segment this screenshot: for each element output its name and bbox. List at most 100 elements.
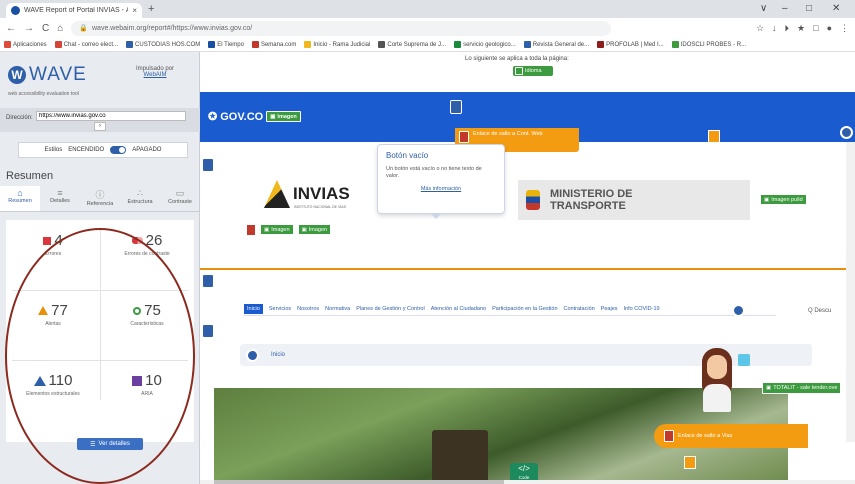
- profile-icon[interactable]: ●: [827, 23, 832, 33]
- scroll-thumb[interactable]: [214, 480, 504, 484]
- tab-close-icon[interactable]: ×: [132, 6, 137, 15]
- menu-icon[interactable]: ⋮: [840, 23, 849, 34]
- wave-logo[interactable]: W WAVE: [8, 64, 87, 86]
- bookmark-favicon-icon: [304, 41, 312, 48]
- menu-item[interactable]: Inicio: [244, 303, 263, 314]
- menu-item[interactable]: Nosotros: [297, 306, 319, 312]
- aria-marker-icon[interactable]: [246, 348, 259, 362]
- menu-item[interactable]: Servicios: [269, 306, 291, 312]
- wave-address-input[interactable]: [36, 111, 186, 121]
- bookmark-favicon-icon: [378, 41, 386, 48]
- error-marker-icon[interactable]: [246, 224, 256, 236]
- breadcrumb-home[interactable]: Inicio: [271, 352, 285, 358]
- stat-triangle[interactable]: 77 Alertas: [8, 302, 98, 327]
- language-icon: [515, 67, 523, 75]
- alert-marker-icon[interactable]: [708, 130, 720, 143]
- bookmark-item[interactable]: Revista General de...: [523, 41, 589, 48]
- stat-structure[interactable]: 110 Elementos estructurales: [8, 372, 98, 397]
- wave-tab-estructura[interactable]: ∴ Estructura: [120, 186, 160, 211]
- structure-marker-icon[interactable]: [450, 100, 462, 114]
- download-icon[interactable]: ↓: [772, 23, 777, 33]
- stat-circle[interactable]: 75 Características: [102, 302, 192, 327]
- media-icon[interactable]: ⏵: [785, 23, 790, 34]
- invias-logo[interactable]: INVIAS INSTITUTO NACIONAL DE VÍAS: [264, 180, 350, 209]
- tooltip-title: Botón vacío: [386, 151, 429, 160]
- language-badge[interactable]: Idioma: [513, 66, 553, 76]
- wave-tab-resumen[interactable]: ⌂ Resumen: [0, 186, 40, 211]
- styles-toggle-switch[interactable]: [110, 146, 127, 154]
- ministerio-logo[interactable]: MINISTERIO DE TRANSPORTE: [518, 180, 750, 220]
- menu-item[interactable]: Planes de Gestión y Control: [356, 306, 424, 312]
- chat-icon[interactable]: [738, 354, 750, 366]
- stat-cube[interactable]: 10 ARIA: [102, 372, 192, 397]
- new-tab-button[interactable]: +: [148, 3, 154, 15]
- bookmark-item[interactable]: CUSTODIAS HOS.COM: [126, 41, 200, 48]
- menu-item[interactable]: Participación en la Gestión: [492, 306, 557, 312]
- bookmark-star-icon[interactable]: ☆: [756, 23, 764, 34]
- tab-search-icon[interactable]: ∨: [760, 3, 767, 14]
- stat-value-row: 4: [8, 232, 98, 249]
- bookmark-item[interactable]: PROFOLAB | Med I...: [597, 41, 664, 48]
- structure-marker-icon[interactable]: [202, 324, 214, 338]
- home-icon[interactable]: ⌂: [57, 23, 63, 34]
- bookmark-label: Inicio - Rama Judicial: [313, 41, 371, 48]
- forward-icon[interactable]: →: [24, 23, 34, 34]
- bookmark-item[interactable]: Semana.com: [251, 41, 296, 48]
- wave-tab-detalles[interactable]: ≡ Detalles: [40, 186, 80, 211]
- address-go-button[interactable]: ›: [94, 122, 106, 131]
- aria-marker-icon[interactable]: [732, 304, 745, 317]
- styles-label: Estilos: [44, 147, 63, 153]
- avatar-link-badge[interactable]: ▣ TOTALIT - sale tender.ove: [762, 382, 842, 394]
- horizontal-scrollbar[interactable]: [200, 480, 855, 484]
- bookmark-item[interactable]: Inicio - Rama Judicial: [304, 41, 370, 48]
- assistant-avatar[interactable]: [698, 348, 736, 414]
- menu-item[interactable]: Info COVID-19: [624, 306, 660, 312]
- reload-icon[interactable]: C: [42, 23, 49, 34]
- menu-item[interactable]: Peajes: [601, 306, 618, 312]
- error-marker-icon: [664, 430, 674, 442]
- sidebar-icon[interactable]: □: [813, 23, 818, 33]
- vertical-scrollbar[interactable]: [846, 142, 855, 442]
- colombia-crest-icon: [526, 190, 540, 210]
- skip-to-vias-button[interactable]: Enlace de salto a Vias: [654, 424, 808, 448]
- bookmark-item[interactable]: servicio geologico...: [454, 41, 516, 48]
- tooltip-more-link[interactable]: Más información: [386, 186, 496, 192]
- image-icon: ▣: [766, 385, 772, 391]
- aria-marker-icon[interactable]: [840, 126, 853, 139]
- browser-tab[interactable]: WAVE Report of Portal INVIAS - Á... ×: [6, 3, 142, 18]
- ministerio-image-badge[interactable]: ▣ Imagen pulid: [760, 194, 807, 205]
- extensions-icon[interactable]: ★: [797, 23, 805, 34]
- stat-square[interactable]: 4 Errores: [8, 232, 98, 257]
- url-field[interactable]: 🔒 wave.webaim.org/report#/https://www.in…: [71, 20, 612, 36]
- bookmark-favicon-icon: [251, 41, 259, 48]
- image-badge[interactable]: ▣ Imagen: [260, 224, 294, 235]
- bookmark-favicon-icon: [671, 41, 679, 48]
- stat-contrast[interactable]: 26 Errores de contraste: [102, 232, 192, 257]
- search-tab[interactable]: Q Descu: [808, 308, 831, 314]
- bookmark-item[interactable]: IDOSCLI PROBES - R...: [671, 41, 746, 48]
- wave-tab-label: Resumen: [8, 198, 32, 204]
- wave-tab-referencia[interactable]: ⓘ Referencia: [80, 186, 120, 211]
- view-details-button[interactable]: ☰ Ver detalles: [77, 438, 143, 450]
- govco-image-badge[interactable]: ▣ Imagen: [266, 111, 301, 122]
- menu-item[interactable]: Contratación: [564, 306, 595, 312]
- structure-marker-icon[interactable]: [202, 274, 214, 288]
- bookmark-item[interactable]: Chat - correo elect...: [54, 41, 118, 48]
- govco-logo[interactable]: ✪ GOV.CO ▣ Imagen: [208, 110, 301, 123]
- bookmark-item[interactable]: Aplicaciones: [4, 41, 47, 48]
- back-icon[interactable]: ←: [6, 23, 16, 34]
- webaim-link[interactable]: WebAIM: [130, 72, 180, 78]
- bookmark-item[interactable]: El Tiempo: [208, 41, 244, 48]
- wave-tab-contraste[interactable]: ▭ Contraste: [160, 186, 200, 211]
- alert-marker-icon[interactable]: [684, 456, 696, 469]
- maximize-button[interactable]: □: [806, 3, 812, 14]
- wave-favicon-icon: [11, 6, 20, 15]
- menu-item[interactable]: Normativa: [325, 306, 350, 312]
- structure-marker-icon[interactable]: [202, 158, 214, 172]
- bookmark-favicon-icon: [54, 41, 62, 48]
- minimize-button[interactable]: –: [782, 3, 788, 14]
- bookmark-item[interactable]: Corte Suprema de J...: [378, 41, 446, 48]
- image-badge[interactable]: ▣ Imagen: [297, 224, 332, 235]
- menu-item[interactable]: Atención al Ciudadano: [431, 306, 486, 312]
- close-window-button[interactable]: ✕: [832, 3, 840, 14]
